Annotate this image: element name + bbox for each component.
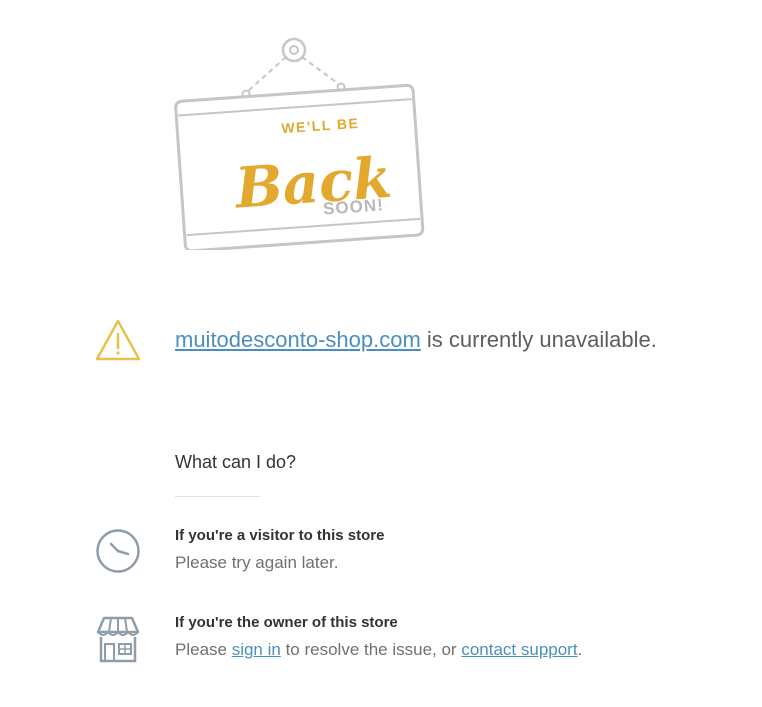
unavailable-message: muitodesconto-shop.com is currently unav…: [175, 327, 657, 353]
store-domain-link[interactable]: muitodesconto-shop.com: [175, 327, 421, 352]
clock-icon: [96, 529, 140, 573]
divider: [175, 496, 260, 497]
visitor-text: Please try again later.: [175, 553, 339, 572]
contact-support-link[interactable]: contact support: [461, 640, 577, 659]
sign-in-link[interactable]: sign in: [232, 640, 281, 659]
owner-text-middle: to resolve the issue, or: [280, 640, 462, 659]
owner-text: Please sign in to resolve the issue, or …: [175, 640, 582, 660]
visitor-title: If you're a visitor to this store: [175, 527, 385, 544]
well-be-back-sign-illustration: WE'LL BE Back SOON!: [174, 37, 425, 250]
what-can-i-do-heading: What can I do?: [175, 452, 297, 472]
storefront-icon: [96, 616, 140, 663]
warning-icon: [95, 319, 141, 361]
owner-title: If you're the owner of this store: [175, 614, 398, 631]
owner-text-before: Please: [175, 640, 232, 659]
unavailable-text: is currently unavailable.: [420, 327, 657, 352]
owner-text-after: .: [577, 640, 583, 659]
